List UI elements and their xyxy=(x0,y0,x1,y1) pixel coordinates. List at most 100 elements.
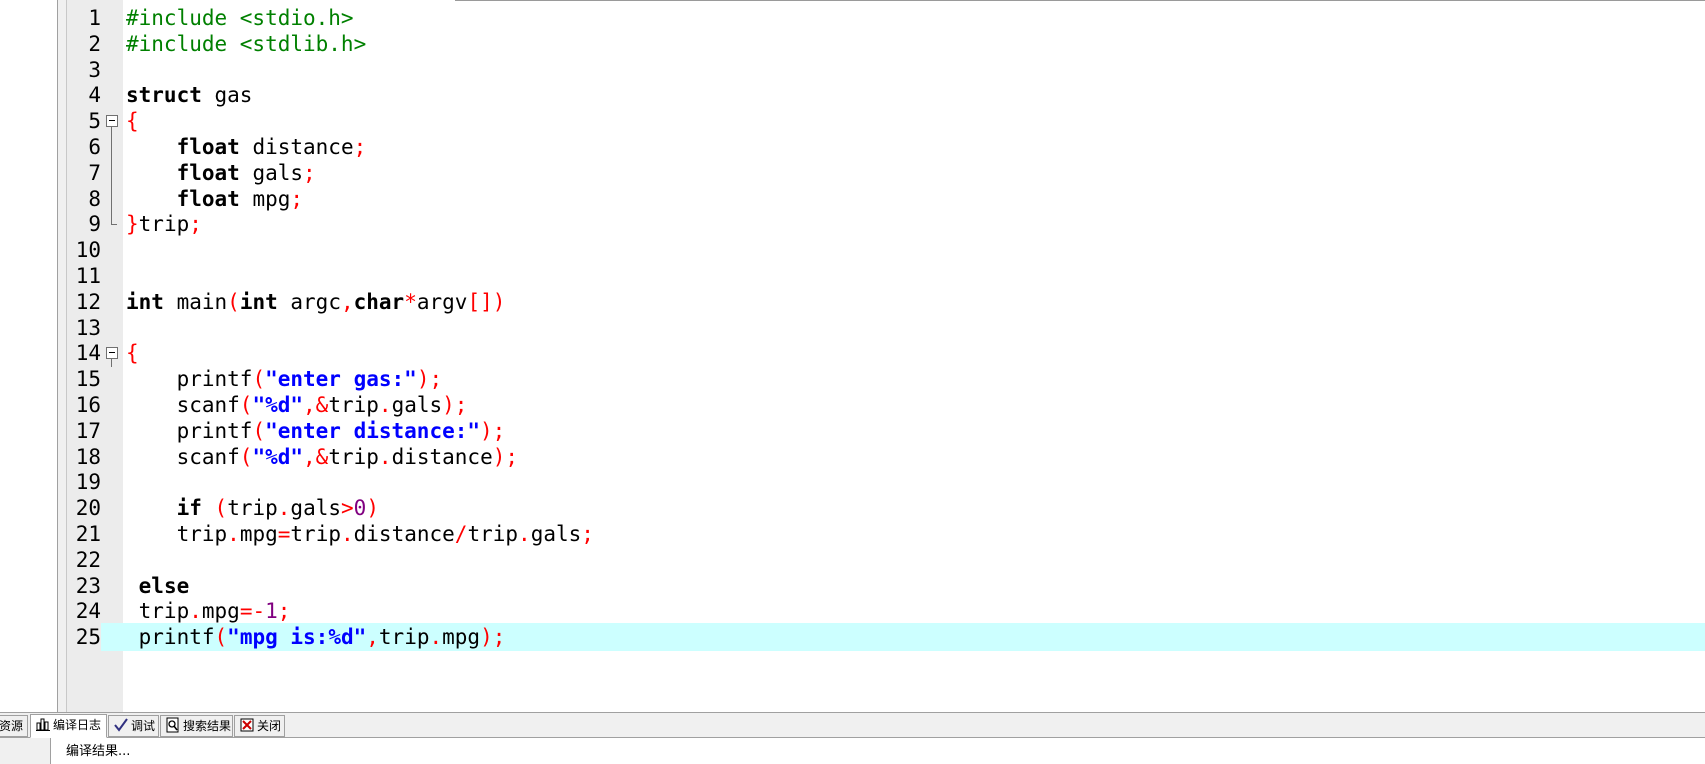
code-line[interactable]: 8 float mpg; xyxy=(67,184,1705,213)
code-token: float xyxy=(176,186,240,211)
line-number: 20 xyxy=(75,496,101,521)
code-line[interactable]: 25 printf("mpg is:%d",trip.mpg); xyxy=(67,623,1705,652)
fold-toggle-icon[interactable] xyxy=(105,107,119,136)
code-line[interactable]: 5{ xyxy=(67,107,1705,136)
line-number: 14 xyxy=(75,341,101,366)
code-token: float xyxy=(176,135,240,159)
code-text[interactable]: trip.mpg=-1; xyxy=(126,597,291,625)
code-line[interactable]: 20 if (trip.gals>0) xyxy=(67,494,1705,522)
code-token: ); xyxy=(480,625,506,650)
code-token: trip xyxy=(378,625,430,650)
code-token: . xyxy=(277,496,291,521)
code-text[interactable]: scanf("%d",&trip.gals); xyxy=(126,391,468,419)
splitter[interactable] xyxy=(58,0,66,712)
code-token: , xyxy=(366,625,379,650)
line-number: 16 xyxy=(75,393,101,417)
tab-close[interactable]: 关闭 xyxy=(234,715,285,737)
code-token: mpg xyxy=(201,599,240,624)
code-text[interactable]: }trip; xyxy=(126,210,202,238)
tab-resources[interactable]: 资源 xyxy=(0,715,28,737)
line-number: 2 xyxy=(88,31,101,56)
code-token: gas xyxy=(201,83,253,108)
line-number: 4 xyxy=(88,83,101,108)
code-token: float xyxy=(176,160,240,185)
tab-compile-log[interactable]: 编译日志 xyxy=(30,714,107,738)
code-line[interactable]: 12 int main(int argc,char*argv[]) xyxy=(67,288,1705,316)
code-line[interactable]: 4 struct gas xyxy=(67,81,1705,109)
tab-label: 编译日志 xyxy=(53,718,102,732)
code-token: ( xyxy=(239,393,253,417)
tab-label: 调试 xyxy=(131,719,156,733)
code-text[interactable]: float mpg; xyxy=(126,185,303,213)
checkmark-icon xyxy=(113,717,129,733)
code-line[interactable]: 16 scanf("%d",&trip.gals); xyxy=(67,391,1705,419)
code-line[interactable]: 15 printf("enter gas:"); xyxy=(67,365,1705,393)
code-token: gals xyxy=(391,393,443,417)
code-line[interactable]: 17 printf("enter distance:"); xyxy=(67,417,1705,445)
code-token: mpg xyxy=(239,522,278,546)
code-line[interactable]: 11 xyxy=(67,262,1705,290)
code-text[interactable]: trip.mpg=trip.distance/trip.gals; xyxy=(126,520,594,548)
code-line[interactable]: 24 trip.mpg=-1; xyxy=(67,597,1705,625)
code-token: . xyxy=(378,444,392,469)
code-text[interactable]: { xyxy=(126,107,139,135)
code-line[interactable]: 10 xyxy=(67,236,1705,264)
tab-search-results[interactable]: 搜索结果 xyxy=(160,715,233,737)
code-text[interactable]: float distance; xyxy=(126,133,367,161)
code-line[interactable]: 1 #include <stdio.h> xyxy=(67,4,1705,32)
code-line[interactable]: 19 xyxy=(67,468,1705,496)
code-text[interactable]: else xyxy=(126,572,190,600)
code-editor[interactable]: 1 #include <stdio.h> 2 #include <stdlib.h> 3… xyxy=(66,0,1705,712)
code-line[interactable]: 23 else xyxy=(67,572,1705,600)
code-token: ); xyxy=(416,367,443,392)
code-text[interactable]: printf("mpg is:%d",trip.mpg); xyxy=(126,623,506,651)
code-line[interactable]: 3 xyxy=(67,56,1705,84)
code-token: argc xyxy=(277,289,341,314)
code-token: ); xyxy=(442,393,468,417)
line-number: 24 xyxy=(75,599,101,624)
code-token: distance xyxy=(239,135,354,159)
code-token: . xyxy=(429,625,443,650)
line-number: 23 xyxy=(75,573,101,598)
code-token: ,& xyxy=(303,393,329,417)
code-token: distance xyxy=(391,444,493,469)
line-number: 18 xyxy=(75,444,101,469)
code-text[interactable]: printf("enter distance:"); xyxy=(126,417,506,445)
search-document-icon xyxy=(165,717,181,733)
code-text[interactable]: scanf("%d",&trip.distance); xyxy=(126,443,518,471)
line-number: 3 xyxy=(88,57,101,82)
code-text[interactable]: struct gas xyxy=(126,81,252,109)
fold-end-marker xyxy=(105,210,119,238)
code-text[interactable]: float gals; xyxy=(126,159,316,187)
fold-guide xyxy=(105,184,119,213)
code-line[interactable]: 14 { xyxy=(67,339,1705,368)
code-line[interactable]: 6 float distance; xyxy=(67,133,1705,161)
code-line[interactable]: 21 trip.mpg=trip.distance/trip.gals; xyxy=(67,520,1705,548)
code-line[interactable]: 13 xyxy=(67,314,1705,342)
code-token: ( xyxy=(239,444,253,469)
code-text[interactable]: #include <stdio.h> xyxy=(126,4,354,32)
output-side-panel xyxy=(0,738,51,764)
project-browser-panel[interactable] xyxy=(0,0,58,712)
code-token: = xyxy=(277,522,291,546)
code-token: ; xyxy=(290,186,304,211)
code-text[interactable]: { xyxy=(126,339,139,367)
code-line[interactable]: 2 #include <stdlib.h> xyxy=(67,30,1705,58)
line-number: 6 xyxy=(88,135,101,159)
code-line[interactable]: 18 scanf("%d",&trip.distance); xyxy=(67,443,1705,471)
code-token: char xyxy=(353,289,405,314)
code-line[interactable]: 9}trip; xyxy=(67,210,1705,238)
code-text[interactable]: if (trip.gals>0) xyxy=(126,494,379,522)
code-text[interactable]: printf("enter gas:"); xyxy=(126,365,443,393)
code-text[interactable]: int main(int argc,char*argv[]) xyxy=(126,288,505,316)
code-text[interactable]: #include <stdlib.h> xyxy=(126,30,366,58)
code-token: { xyxy=(126,341,139,366)
fold-toggle-icon[interactable] xyxy=(105,339,119,368)
editor-top-border xyxy=(455,0,1705,1)
tab-debug[interactable]: 调试 xyxy=(108,715,159,737)
code-line[interactable]: 7 float gals; xyxy=(67,158,1705,187)
code-token: trip xyxy=(328,444,379,469)
code-token: 1 xyxy=(265,599,278,624)
code-line[interactable]: 22 xyxy=(67,546,1705,574)
